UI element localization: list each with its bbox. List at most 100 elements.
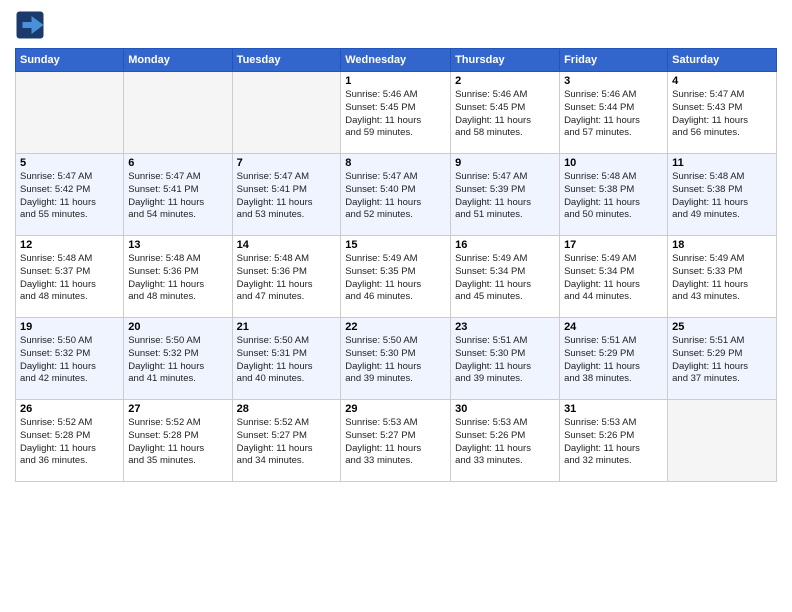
day-info: Sunrise: 5:49 AM Sunset: 5:33 PM Dayligh…: [672, 253, 772, 304]
calendar-cell: 22 Sunrise: 5:50 AM Sunset: 5:30 PM Dayli…: [341, 318, 451, 400]
calendar-cell: 7 Sunrise: 5:47 AM Sunset: 5:41 PM Daylig…: [232, 154, 341, 236]
day-number: 2: [455, 75, 555, 87]
day-info: Sunrise: 5:52 AM Sunset: 5:27 PM Dayligh…: [237, 417, 337, 468]
calendar-cell: 6 Sunrise: 5:47 AM Sunset: 5:41 PM Daylig…: [124, 154, 232, 236]
day-info: Sunrise: 5:46 AM Sunset: 5:45 PM Dayligh…: [345, 89, 446, 140]
day-info: Sunrise: 5:48 AM Sunset: 5:37 PM Dayligh…: [20, 253, 119, 304]
day-number: 25: [672, 321, 772, 333]
day-info: Sunrise: 5:47 AM Sunset: 5:42 PM Dayligh…: [20, 171, 119, 222]
day-number: 6: [128, 157, 227, 169]
day-info: Sunrise: 5:50 AM Sunset: 5:32 PM Dayligh…: [128, 335, 227, 386]
calendar-cell: 18 Sunrise: 5:49 AM Sunset: 5:33 PM Dayli…: [668, 236, 777, 318]
calendar-cell: 19 Sunrise: 5:50 AM Sunset: 5:32 PM Dayli…: [16, 318, 124, 400]
calendar-cell: [124, 72, 232, 154]
weekday-header: Wednesday: [341, 49, 451, 72]
day-number: 4: [672, 75, 772, 87]
calendar-cell: 31 Sunrise: 5:53 AM Sunset: 5:26 PM Dayli…: [560, 400, 668, 482]
calendar-week-row: 19 Sunrise: 5:50 AM Sunset: 5:32 PM Dayli…: [16, 318, 777, 400]
day-number: 20: [128, 321, 227, 333]
calendar-cell: 1Sunrise: 5:46 AM Sunset: 5:45 PM Daylig…: [341, 72, 451, 154]
day-number: 3: [564, 75, 663, 87]
day-number: 15: [345, 239, 446, 251]
day-number: 26: [20, 403, 119, 415]
day-info: Sunrise: 5:48 AM Sunset: 5:36 PM Dayligh…: [128, 253, 227, 304]
calendar-cell: 5 Sunrise: 5:47 AM Sunset: 5:42 PM Daylig…: [16, 154, 124, 236]
day-number: 11: [672, 157, 772, 169]
calendar-cell: 8 Sunrise: 5:47 AM Sunset: 5:40 PM Daylig…: [341, 154, 451, 236]
day-number: 14: [237, 239, 337, 251]
day-number: 24: [564, 321, 663, 333]
calendar-cell: 14 Sunrise: 5:48 AM Sunset: 5:36 PM Dayli…: [232, 236, 341, 318]
day-info: Sunrise: 5:51 AM Sunset: 5:29 PM Dayligh…: [672, 335, 772, 386]
day-number: 19: [20, 321, 119, 333]
day-number: 17: [564, 239, 663, 251]
day-info: Sunrise: 5:47 AM Sunset: 5:41 PM Dayligh…: [237, 171, 337, 222]
calendar-cell: [668, 400, 777, 482]
calendar-cell: 15 Sunrise: 5:49 AM Sunset: 5:35 PM Dayli…: [341, 236, 451, 318]
calendar-cell: 3 Sunrise: 5:46 AM Sunset: 5:44 PM Daylig…: [560, 72, 668, 154]
day-number: 9: [455, 157, 555, 169]
day-info: Sunrise: 5:47 AM Sunset: 5:40 PM Dayligh…: [345, 171, 446, 222]
calendar-cell: 24 Sunrise: 5:51 AM Sunset: 5:29 PM Dayli…: [560, 318, 668, 400]
calendar-cell: 13Sunrise: 5:48 AM Sunset: 5:36 PM Dayli…: [124, 236, 232, 318]
calendar-cell: 27 Sunrise: 5:52 AM Sunset: 5:28 PM Dayli…: [124, 400, 232, 482]
calendar-cell: 29 Sunrise: 5:53 AM Sunset: 5:27 PM Dayli…: [341, 400, 451, 482]
day-number: 27: [128, 403, 227, 415]
day-info: Sunrise: 5:50 AM Sunset: 5:30 PM Dayligh…: [345, 335, 446, 386]
calendar-cell: 17 Sunrise: 5:49 AM Sunset: 5:34 PM Dayli…: [560, 236, 668, 318]
calendar-cell: 25 Sunrise: 5:51 AM Sunset: 5:29 PM Dayli…: [668, 318, 777, 400]
day-number: 7: [237, 157, 337, 169]
page-container: SundayMondayTuesdayWednesdayThursdayFrid…: [0, 0, 792, 492]
day-number: 22: [345, 321, 446, 333]
day-number: 28: [237, 403, 337, 415]
day-number: 8: [345, 157, 446, 169]
calendar-cell: 12Sunrise: 5:48 AM Sunset: 5:37 PM Dayli…: [16, 236, 124, 318]
weekday-header-row: SundayMondayTuesdayWednesdayThursdayFrid…: [16, 49, 777, 72]
calendar-table: SundayMondayTuesdayWednesdayThursdayFrid…: [15, 48, 777, 482]
day-info: Sunrise: 5:48 AM Sunset: 5:38 PM Dayligh…: [564, 171, 663, 222]
calendar-cell: 2 Sunrise: 5:46 AM Sunset: 5:45 PM Daylig…: [451, 72, 560, 154]
day-info: Sunrise: 5:53 AM Sunset: 5:26 PM Dayligh…: [455, 417, 555, 468]
day-info: Sunrise: 5:46 AM Sunset: 5:44 PM Dayligh…: [564, 89, 663, 140]
calendar-cell: 26 Sunrise: 5:52 AM Sunset: 5:28 PM Dayli…: [16, 400, 124, 482]
calendar-cell: 30Sunrise: 5:53 AM Sunset: 5:26 PM Dayli…: [451, 400, 560, 482]
day-info: Sunrise: 5:52 AM Sunset: 5:28 PM Dayligh…: [128, 417, 227, 468]
day-info: Sunrise: 5:49 AM Sunset: 5:34 PM Dayligh…: [564, 253, 663, 304]
calendar-cell: [232, 72, 341, 154]
calendar-week-row: 1Sunrise: 5:46 AM Sunset: 5:45 PM Daylig…: [16, 72, 777, 154]
day-number: 5: [20, 157, 119, 169]
calendar-week-row: 26 Sunrise: 5:52 AM Sunset: 5:28 PM Dayli…: [16, 400, 777, 482]
weekday-header: Saturday: [668, 49, 777, 72]
day-info: Sunrise: 5:48 AM Sunset: 5:36 PM Dayligh…: [237, 253, 337, 304]
calendar-week-row: 12Sunrise: 5:48 AM Sunset: 5:37 PM Dayli…: [16, 236, 777, 318]
logo: [15, 10, 49, 40]
day-info: Sunrise: 5:53 AM Sunset: 5:27 PM Dayligh…: [345, 417, 446, 468]
day-info: Sunrise: 5:51 AM Sunset: 5:29 PM Dayligh…: [564, 335, 663, 386]
calendar-cell: 11Sunrise: 5:48 AM Sunset: 5:38 PM Dayli…: [668, 154, 777, 236]
day-number: 21: [237, 321, 337, 333]
calendar-cell: 4Sunrise: 5:47 AM Sunset: 5:43 PM Daylig…: [668, 72, 777, 154]
day-info: Sunrise: 5:51 AM Sunset: 5:30 PM Dayligh…: [455, 335, 555, 386]
day-info: Sunrise: 5:52 AM Sunset: 5:28 PM Dayligh…: [20, 417, 119, 468]
day-number: 31: [564, 403, 663, 415]
day-number: 10: [564, 157, 663, 169]
calendar-cell: 20 Sunrise: 5:50 AM Sunset: 5:32 PM Dayli…: [124, 318, 232, 400]
day-info: Sunrise: 5:47 AM Sunset: 5:39 PM Dayligh…: [455, 171, 555, 222]
calendar-cell: 23Sunrise: 5:51 AM Sunset: 5:30 PM Dayli…: [451, 318, 560, 400]
calendar-cell: 21Sunrise: 5:50 AM Sunset: 5:31 PM Dayli…: [232, 318, 341, 400]
day-number: 29: [345, 403, 446, 415]
calendar-cell: 28 Sunrise: 5:52 AM Sunset: 5:27 PM Dayli…: [232, 400, 341, 482]
day-number: 16: [455, 239, 555, 251]
calendar-cell: [16, 72, 124, 154]
day-info: Sunrise: 5:46 AM Sunset: 5:45 PM Dayligh…: [455, 89, 555, 140]
day-info: Sunrise: 5:50 AM Sunset: 5:32 PM Dayligh…: [20, 335, 119, 386]
weekday-header: Sunday: [16, 49, 124, 72]
calendar-cell: 9 Sunrise: 5:47 AM Sunset: 5:39 PM Daylig…: [451, 154, 560, 236]
calendar-cell: 10 Sunrise: 5:48 AM Sunset: 5:38 PM Dayli…: [560, 154, 668, 236]
calendar-week-row: 5 Sunrise: 5:47 AM Sunset: 5:42 PM Daylig…: [16, 154, 777, 236]
day-info: Sunrise: 5:47 AM Sunset: 5:41 PM Dayligh…: [128, 171, 227, 222]
day-info: Sunrise: 5:49 AM Sunset: 5:35 PM Dayligh…: [345, 253, 446, 304]
day-number: 18: [672, 239, 772, 251]
page-header: [15, 10, 777, 40]
day-info: Sunrise: 5:53 AM Sunset: 5:26 PM Dayligh…: [564, 417, 663, 468]
